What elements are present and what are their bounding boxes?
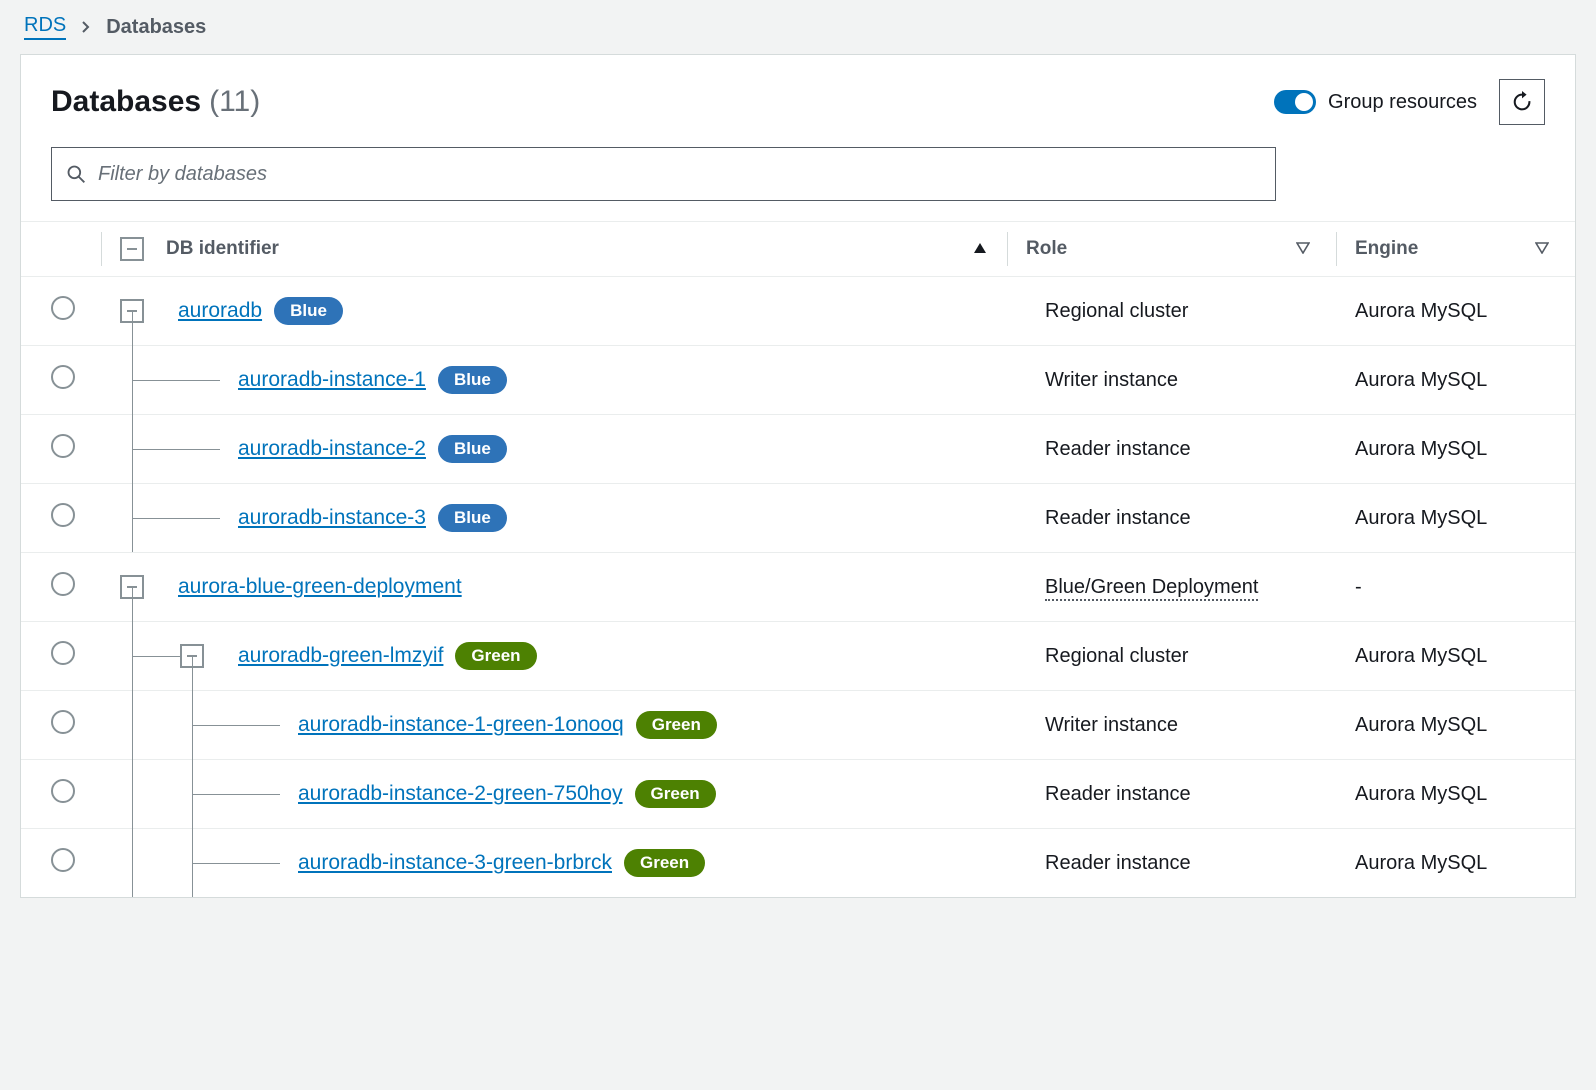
caret-down-icon — [1296, 238, 1310, 260]
db-identifier-link[interactable]: auroradb-instance-2 — [238, 437, 426, 461]
group-resources-toggle[interactable]: Group resources — [1274, 90, 1477, 114]
role-cell: Regional cluster — [1045, 645, 1355, 668]
engine-cell: Aurora MySQL — [1355, 507, 1575, 530]
engine-cell: Aurora MySQL — [1355, 783, 1575, 806]
role-cell: Reader instance — [1045, 852, 1355, 875]
engine-cell: Aurora MySQL — [1355, 714, 1575, 737]
sort-ascending-icon — [973, 238, 987, 260]
breadcrumb: RDS Databases — [0, 0, 1596, 54]
green-badge: Green — [635, 780, 716, 808]
tree-indent — [120, 760, 286, 828]
table-row: auroradb-instance-2 Blue Reader instanceAu… — [21, 415, 1575, 484]
role-cell: Writer instance — [1045, 369, 1355, 392]
tree-indent — [120, 553, 166, 621]
db-identifier-link[interactable]: auroradb-instance-1 — [238, 368, 426, 392]
role-cell: Reader instance — [1045, 783, 1355, 806]
engine-cell: - — [1355, 576, 1575, 599]
db-identifier-link[interactable]: auroradb-instance-2-green-750hoy — [298, 782, 623, 806]
db-identifier-link[interactable]: aurora-blue-green-deployment — [178, 575, 462, 599]
green-badge: Green — [636, 711, 717, 739]
engine-cell: Aurora MySQL — [1355, 645, 1575, 668]
role-cell: Regional cluster — [1045, 300, 1355, 323]
engine-cell: Aurora MySQL — [1355, 369, 1575, 392]
table-row: auroradb-instance-3 Blue Reader instanceAu… — [21, 484, 1575, 553]
column-header-engine[interactable]: Engine — [1355, 238, 1575, 260]
row-select-radio[interactable] — [51, 296, 75, 320]
row-select-radio[interactable] — [51, 710, 75, 734]
db-identifier-link[interactable]: auroradb-instance-3-green-brbrck — [298, 851, 612, 875]
tree-indent — [120, 277, 166, 345]
engine-cell: Aurora MySQL — [1355, 300, 1575, 323]
refresh-icon — [1511, 91, 1533, 113]
db-identifier-link[interactable]: auroradb — [178, 299, 262, 323]
page-title: Databases — [51, 85, 201, 119]
row-select-radio[interactable] — [51, 779, 75, 803]
table-row: auroradb-instance-1-green-1onooq Green Wri… — [21, 691, 1575, 760]
table-row: auroradb Blue Regional clusterAurora MySQL — [21, 277, 1575, 346]
resource-count: (11) — [209, 85, 260, 119]
expand-all-toggle[interactable] — [120, 237, 144, 261]
table-row: auroradb-instance-1 Blue Writer instanceAu… — [21, 346, 1575, 415]
breadcrumb-root[interactable]: RDS — [24, 14, 66, 40]
blue-badge: Blue — [438, 504, 507, 532]
db-identifier-link[interactable]: auroradb-instance-3 — [238, 506, 426, 530]
table-row: aurora-blue-green-deployment Blue/Green D… — [21, 553, 1575, 622]
table-row: auroradb-green-lmzyif Green Regional clust… — [21, 622, 1575, 691]
role-cell: Reader instance — [1045, 507, 1355, 530]
column-header-db-identifier[interactable]: DB identifier — [166, 238, 1007, 260]
caret-down-icon — [1535, 238, 1549, 260]
table-header: DB identifier Role Engine — [21, 221, 1575, 277]
role-cell: Reader instance — [1045, 438, 1355, 461]
db-identifier-link[interactable]: auroradb-instance-1-green-1onooq — [298, 713, 624, 737]
row-select-radio[interactable] — [51, 641, 75, 665]
row-select-radio[interactable] — [51, 848, 75, 872]
db-identifier-link[interactable]: auroradb-green-lmzyif — [238, 644, 443, 668]
refresh-button[interactable] — [1499, 79, 1545, 125]
table-row: auroradb-instance-2-green-750hoy Green Rea… — [21, 760, 1575, 829]
filter-box[interactable] — [51, 147, 1276, 201]
row-select-radio[interactable] — [51, 365, 75, 389]
blue-badge: Blue — [438, 435, 507, 463]
role-cell: Writer instance — [1045, 714, 1355, 737]
blue-badge: Blue — [438, 366, 507, 394]
green-badge: Green — [455, 642, 536, 670]
tree-indent — [120, 484, 226, 552]
column-header-role[interactable]: Role — [1026, 238, 1336, 260]
table-body: auroradbBlueRegional clusterAurora MySQL… — [21, 277, 1575, 897]
filter-input[interactable] — [98, 163, 1261, 186]
databases-table: DB identifier Role Engine auroradb Blue — [21, 221, 1575, 897]
breadcrumb-current: Databases — [106, 16, 206, 39]
filter-section — [21, 137, 1575, 221]
row-select-radio[interactable] — [51, 434, 75, 458]
engine-cell: Aurora MySQL — [1355, 852, 1575, 875]
tree-indent — [120, 691, 286, 759]
toggle-label: Group resources — [1328, 91, 1477, 114]
tree-indent — [120, 622, 226, 690]
green-badge: Green — [624, 849, 705, 877]
role-tooltip-text[interactable]: Blue/Green Deployment — [1045, 576, 1258, 601]
row-select-radio[interactable] — [51, 503, 75, 527]
tree-indent — [120, 346, 226, 414]
toggle-track — [1274, 90, 1316, 114]
blue-badge: Blue — [274, 297, 343, 325]
role-cell: Blue/Green Deployment — [1045, 576, 1355, 599]
search-icon — [66, 164, 86, 184]
engine-cell: Aurora MySQL — [1355, 438, 1575, 461]
tree-indent — [120, 829, 286, 897]
chevron-right-icon — [80, 16, 92, 39]
databases-panel: Databases (11) Group resources — [20, 54, 1576, 898]
panel-header: Databases (11) Group resources — [21, 55, 1575, 137]
tree-indent — [120, 415, 226, 483]
row-select-radio[interactable] — [51, 572, 75, 596]
table-row: auroradb-instance-3-green-brbrck Green Rea… — [21, 829, 1575, 897]
